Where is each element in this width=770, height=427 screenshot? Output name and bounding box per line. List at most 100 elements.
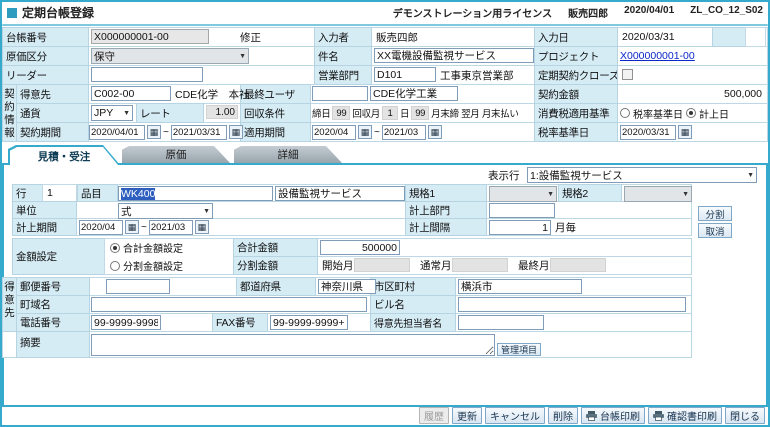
- fax-field[interactable]: [270, 315, 348, 330]
- customer-group-label: 得意先: [2, 277, 17, 332]
- spec2-select[interactable]: ▼: [624, 186, 692, 202]
- rec-period-from-field[interactable]: [79, 220, 123, 235]
- contract-period-to-field[interactable]: [171, 125, 227, 140]
- start-month-value: [354, 258, 410, 272]
- apply-period-to-field[interactable]: [382, 125, 426, 140]
- close-button[interactable]: 閉じる: [725, 407, 765, 424]
- tax-basis-label: 消費税適用基準: [534, 103, 618, 123]
- calendar-picker-icon[interactable]: ▦: [358, 125, 372, 139]
- history-button[interactable]: 履歴: [419, 407, 449, 424]
- pref-field[interactable]: [318, 279, 376, 294]
- spec1-select[interactable]: ▼: [489, 186, 557, 202]
- unit-label: 単位: [12, 201, 77, 219]
- calendar-picker-icon[interactable]: ▦: [147, 125, 161, 139]
- split-amount-option: 分割金額設定: [123, 258, 183, 273]
- tab-estimate-order[interactable]: 見積・受注: [8, 145, 120, 165]
- rec-dept-label: 計上部門: [405, 201, 487, 219]
- confirm-print-button[interactable]: 確認書印刷: [648, 407, 722, 424]
- town-field[interactable]: [91, 297, 367, 312]
- entry-person-label: 入力者: [314, 27, 372, 47]
- last-month-label: 最終月:: [518, 256, 552, 275]
- collect-month-label: 回収月: [352, 106, 380, 120]
- city-field[interactable]: [458, 279, 582, 294]
- dropdown-arrow-icon: ▼: [744, 172, 754, 179]
- entry-date-label: 入力日: [534, 27, 618, 47]
- contract-close-checkbox[interactable]: [622, 69, 633, 80]
- project-label: プロジェクト: [534, 46, 618, 66]
- apply-period-from-field[interactable]: [312, 125, 356, 140]
- display-row-select[interactable]: 1:設備監視サービス▼: [527, 167, 757, 183]
- fax-label: FAX番号: [212, 313, 268, 332]
- remarks-textarea[interactable]: [91, 334, 495, 356]
- calendar-picker-icon[interactable]: ▦: [678, 125, 692, 139]
- entry-person-value: 販売四郎: [376, 27, 418, 47]
- unit-select[interactable]: 式▼: [118, 203, 213, 219]
- printer-icon: [653, 411, 664, 421]
- leader-field[interactable]: [91, 67, 203, 82]
- range-separator: ~: [141, 222, 147, 233]
- zip-field[interactable]: [106, 279, 170, 294]
- tab-cost[interactable]: 原価: [122, 146, 230, 163]
- tax-date-field[interactable]: [620, 125, 676, 140]
- split-cancel-button[interactable]: 取消: [698, 223, 732, 238]
- cost-class-select[interactable]: 保守▼: [91, 48, 249, 64]
- currency-label: 通貨: [16, 103, 89, 123]
- split-button[interactable]: 分割: [698, 206, 732, 221]
- tax-basis-radio-rate-date[interactable]: [620, 108, 630, 118]
- customer-name: CDE化学 本社: [175, 84, 250, 104]
- dropdown-arrow-icon: ▼: [236, 53, 246, 60]
- customer-label: 得意先: [16, 84, 89, 104]
- tax-basis-radio-record-date[interactable]: [686, 108, 696, 118]
- total-amount-label: 合計金額: [233, 238, 318, 257]
- end-user-name-field[interactable]: [370, 86, 458, 101]
- contract-period-from-field[interactable]: [89, 125, 145, 140]
- cancel-button[interactable]: キャンセル: [485, 407, 545, 424]
- row-no-value: 1: [47, 184, 53, 202]
- contact-label: 得意先担当者名: [370, 313, 456, 332]
- rec-dept-field[interactable]: [489, 203, 555, 218]
- calendar-picker-icon[interactable]: ▦: [195, 220, 209, 234]
- admin-items-button[interactable]: 管理項目: [497, 343, 541, 356]
- calendar-picker-icon[interactable]: ▦: [125, 220, 139, 234]
- ledger-print-button[interactable]: 台帳印刷: [581, 407, 645, 424]
- amount-setting-label: 金額設定: [12, 238, 105, 275]
- end-user-label: 最終ユーザ: [240, 84, 311, 104]
- customer-code-field[interactable]: [91, 86, 171, 101]
- zip-label: 郵便番号: [16, 277, 90, 296]
- calendar-picker-icon[interactable]: ▦: [428, 125, 442, 139]
- tel-field[interactable]: [91, 315, 161, 330]
- project-link[interactable]: X000000001-00: [620, 50, 695, 62]
- building-field[interactable]: [458, 297, 686, 312]
- spec2-label: 規格2: [558, 184, 622, 202]
- update-button[interactable]: 更新: [452, 407, 482, 424]
- item-label: 品目: [77, 184, 118, 202]
- split-amount-radio[interactable]: [110, 261, 120, 271]
- rec-period-to-field[interactable]: [149, 220, 193, 235]
- delete-button[interactable]: 削除: [548, 407, 578, 424]
- spec1-label: 規格1: [405, 184, 487, 202]
- subject-label: 件名: [314, 46, 372, 66]
- subject-field[interactable]: [374, 48, 534, 63]
- display-row-label: 表示行: [488, 167, 520, 183]
- total-amount-radio[interactable]: [110, 243, 120, 253]
- contact-field[interactable]: [458, 315, 544, 330]
- item-code-field[interactable]: WK400: [118, 186, 273, 201]
- rec-interval-field[interactable]: [489, 220, 551, 235]
- dropdown-arrow-icon: ▼: [200, 208, 210, 215]
- rate-value: 1.00: [206, 105, 238, 119]
- total-amount-field[interactable]: [320, 240, 400, 255]
- rate-label: レート: [136, 103, 204, 123]
- title-bar: 定期台帳登録 デモンストレーション用ライセンス 販売四郎 2020/04/01 …: [2, 2, 768, 23]
- dropdown-arrow-icon: ▼: [544, 191, 554, 198]
- sales-dept-code-field[interactable]: [374, 67, 436, 82]
- end-user-code-field[interactable]: [312, 86, 368, 101]
- screen-id: ZL_CO_12_S02: [690, 5, 763, 20]
- item-name-field[interactable]: [275, 186, 405, 201]
- collect-day-label: 日: [400, 106, 409, 120]
- tab-detail[interactable]: 詳細: [234, 146, 342, 163]
- tax-basis-option2: 計上日: [699, 106, 729, 121]
- currency-select[interactable]: JPY▼: [91, 105, 133, 121]
- calendar-picker-icon[interactable]: ▦: [229, 125, 243, 139]
- ledger-no-field[interactable]: [91, 29, 209, 44]
- sales-dept-label: 営業部門: [314, 65, 372, 85]
